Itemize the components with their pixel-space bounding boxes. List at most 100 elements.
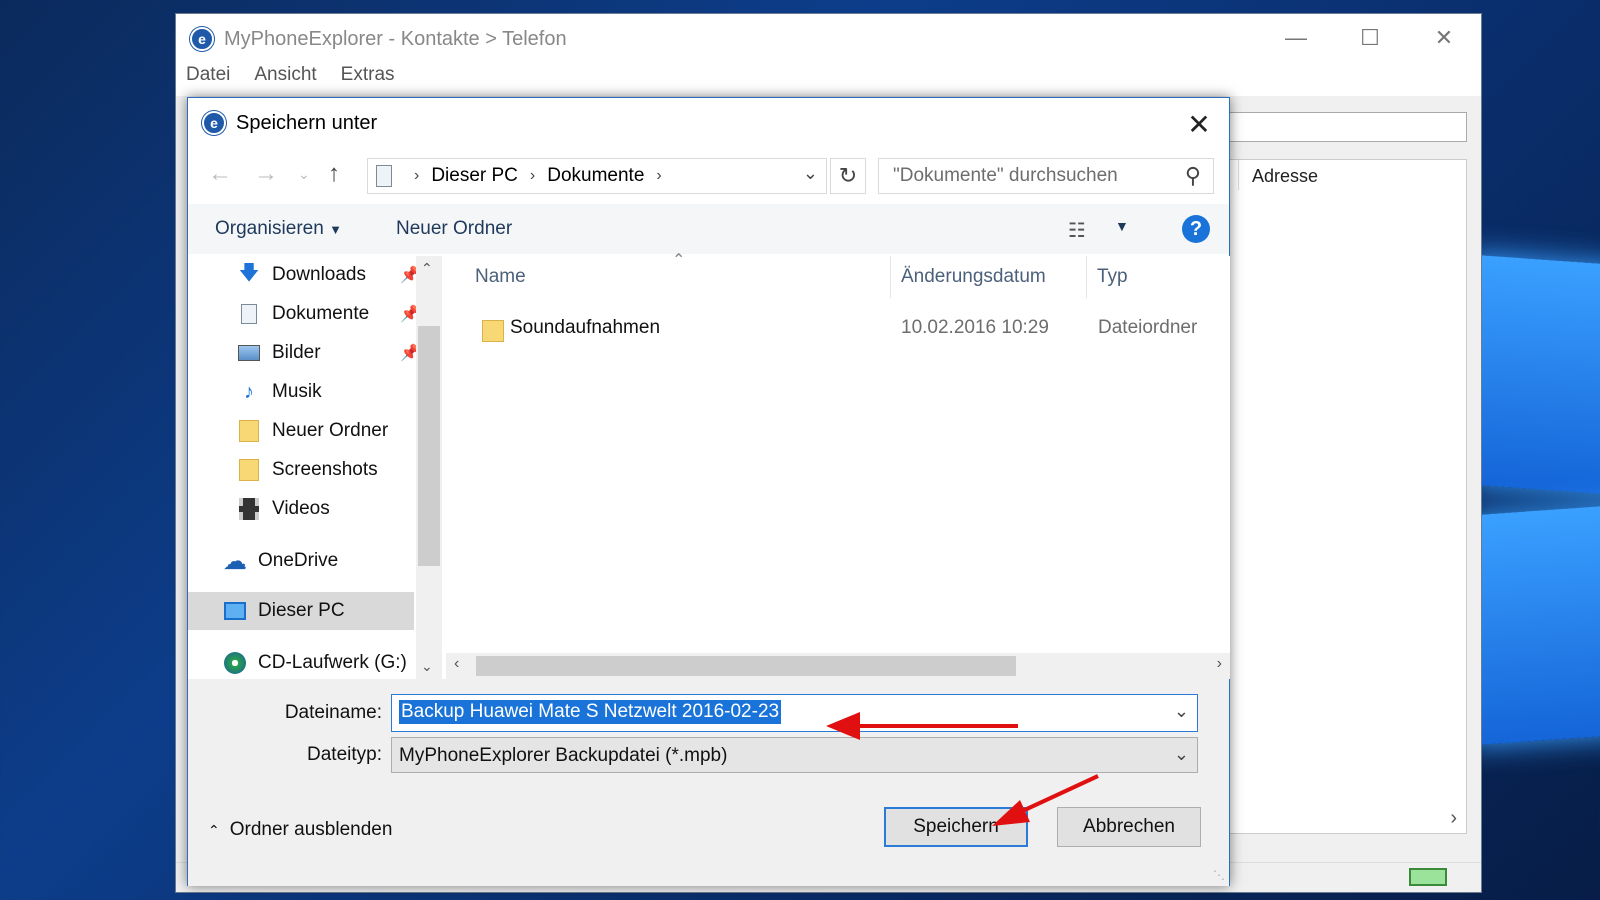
chevron-up-icon[interactable]: ⌃: [421, 260, 433, 277]
file-type: Dateiordner: [1098, 317, 1198, 338]
column-header-name[interactable]: Name: [475, 266, 526, 288]
filetype-select[interactable]: MyPhoneExplorer Backupdatei (*.mpb) ⌄: [391, 737, 1198, 773]
nav-item-bilder[interactable]: Bilder 📌: [238, 334, 420, 372]
chevron-right-icon[interactable]: ›: [530, 167, 535, 185]
music-note-icon: ♪: [244, 380, 254, 403]
sort-ascending-icon: ⌃: [672, 252, 686, 269]
forward-arrow-icon[interactable]: →: [254, 160, 278, 188]
scrollbar-thumb[interactable]: [476, 656, 1016, 676]
maximize-icon[interactable]: ☐: [1333, 14, 1407, 62]
nav-item-label: Bilder: [272, 342, 321, 363]
chevron-down-icon[interactable]: ⌄: [421, 658, 433, 675]
breadcrumb-item[interactable]: Dokumente: [547, 165, 644, 187]
hide-folders-label: Ordner ausblenden: [229, 819, 393, 840]
view-options-icon[interactable]: ☷: [1068, 218, 1086, 243]
column-header-address[interactable]: Adresse: [1252, 166, 1318, 187]
nav-item-label: Musik: [272, 381, 322, 402]
nav-item-label: Dokumente: [272, 303, 370, 324]
nav-item-neuer-ordner[interactable]: Neuer Ordner: [238, 412, 388, 450]
column-separator[interactable]: [1086, 256, 1087, 298]
dialog-title: Speichern unter: [236, 111, 378, 134]
app-logo-icon: e: [202, 111, 226, 135]
nav-item-downloads[interactable]: 🡇 Downloads 📌: [238, 256, 420, 294]
file-date: 10.02.2016 10:29: [901, 317, 1049, 338]
chevron-down-icon[interactable]: ⌄: [1174, 744, 1189, 765]
search-icon[interactable]: ⚲: [1185, 163, 1201, 189]
chevron-down-icon[interactable]: ⌄: [1174, 701, 1189, 722]
nav-item-label: Screenshots: [272, 459, 378, 480]
refresh-icon[interactable]: ↻: [830, 158, 866, 194]
contact-list: Adresse: [1207, 159, 1467, 834]
menu-ansicht[interactable]: Ansicht: [254, 64, 316, 94]
caret-down-icon[interactable]: ▼: [1115, 218, 1129, 234]
up-arrow-icon[interactable]: ↑: [328, 160, 340, 188]
folder-icon: [238, 420, 260, 442]
scroll-right-icon[interactable]: ›: [1450, 807, 1457, 830]
chevron-right-icon[interactable]: ›: [414, 167, 419, 185]
dialog-titlebar: e Speichern unter: [188, 98, 1229, 148]
address-row: ← → ⌄ ↑ › Dieser PC › Dokumente › ⌄ ↻ "D…: [188, 150, 1229, 200]
nav-item-cd-drive[interactable]: CD-Laufwerk (G:): [224, 644, 407, 682]
minimize-icon[interactable]: —: [1259, 14, 1333, 62]
save-button[interactable]: Speichern: [884, 807, 1028, 847]
chevron-right-icon[interactable]: ›: [1217, 655, 1222, 673]
file-row[interactable]: Soundaufnahmen 10.02.2016 10:29 Dateiord…: [446, 312, 1230, 348]
app-title: MyPhoneExplorer - Kontakte > Telefon: [224, 27, 567, 50]
filename-value[interactable]: Backup Huawei Mate S Netzwelt 2016-02-23: [399, 700, 782, 724]
document-icon: [376, 165, 392, 187]
column-header-date[interactable]: Änderungsdatum: [901, 266, 1046, 288]
recent-locations-chevron-icon[interactable]: ⌄: [298, 166, 310, 183]
search-placeholder: "Dokumente" durchsuchen: [893, 165, 1118, 186]
cloud-icon: ☁: [223, 547, 247, 575]
file-name: Soundaufnahmen: [510, 317, 661, 338]
nav-item-videos[interactable]: Videos: [238, 490, 330, 528]
nav-item-onedrive[interactable]: ☁ OneDrive: [223, 542, 338, 580]
back-arrow-icon[interactable]: ←: [208, 160, 232, 188]
window-controls: — ☐ ✕: [1259, 14, 1481, 62]
chevron-left-icon[interactable]: ‹: [454, 655, 459, 673]
breadcrumb-item[interactable]: Dieser PC: [431, 165, 518, 187]
dialog-bottom-area: Dateiname: Backup Huawei Mate S Netzwelt…: [188, 679, 1229, 886]
file-list-pane: ⌃ Name Änderungsdatum Typ Soundaufnahmen…: [446, 252, 1230, 679]
contact-filter-input[interactable]: er: [1207, 112, 1467, 142]
new-folder-button[interactable]: Neuer Ordner: [396, 218, 512, 240]
menu-extras[interactable]: Extras: [341, 64, 395, 94]
scrollbar-thumb[interactable]: [418, 326, 440, 566]
dialog-toolbar: Organisieren ▼ Neuer Ordner ☷ ▼ ?: [188, 204, 1229, 254]
resize-grip-icon[interactable]: ⋱: [1213, 868, 1225, 882]
file-list-header: ⌃ Name Änderungsdatum Typ: [446, 252, 1230, 302]
nav-item-screenshots[interactable]: Screenshots: [238, 451, 378, 489]
column-separator: [1238, 160, 1239, 190]
caret-down-icon: ▼: [329, 222, 342, 237]
chevron-down-icon[interactable]: ⌄: [803, 163, 818, 184]
app-menubar: Datei Ansicht Extras: [176, 64, 1481, 94]
nav-item-dokumente[interactable]: Dokumente 📌: [238, 295, 420, 333]
menu-datei[interactable]: Datei: [186, 64, 230, 94]
nav-pane-scrollbar[interactable]: ⌃ ⌄: [416, 256, 442, 679]
nav-item-label: Neuer Ordner: [272, 420, 389, 441]
filetype-label: Dateityp:: [307, 744, 382, 765]
close-icon[interactable]: ✕: [1407, 14, 1481, 62]
dialog-close-icon[interactable]: ✕: [1179, 106, 1219, 142]
cancel-button[interactable]: Abbrechen: [1057, 807, 1201, 847]
app-logo-icon: e: [190, 27, 214, 51]
nav-item-dieser-pc[interactable]: Dieser PC: [188, 592, 414, 630]
filename-field[interactable]: Backup Huawei Mate S Netzwelt 2016-02-23…: [391, 694, 1198, 732]
save-as-dialog: e Speichern unter ✕ ← → ⌄ ↑ › Dieser PC …: [187, 97, 1230, 886]
column-header-type[interactable]: Typ: [1097, 266, 1128, 288]
organize-button[interactable]: Organisieren ▼: [215, 218, 342, 240]
column-separator[interactable]: [890, 256, 891, 298]
film-icon: [238, 498, 260, 520]
filename-label: Dateiname:: [284, 702, 382, 723]
chevron-right-icon[interactable]: ›: [656, 167, 661, 185]
hide-folders-button[interactable]: ⌃ Ordner ausblenden: [208, 819, 392, 841]
nav-item-musik[interactable]: ♪ Musik: [238, 373, 322, 411]
folder-icon: [238, 459, 260, 481]
nav-item-label: Videos: [272, 498, 330, 519]
nav-item-label: Dieser PC: [258, 600, 345, 621]
help-icon[interactable]: ?: [1182, 215, 1210, 243]
breadcrumb[interactable]: › Dieser PC › Dokumente › ⌄: [367, 158, 827, 194]
file-list-hscrollbar[interactable]: ‹ ›: [446, 653, 1230, 679]
search-input[interactable]: "Dokumente" durchsuchen ⚲: [878, 158, 1214, 194]
cd-drive-icon: [224, 652, 246, 674]
